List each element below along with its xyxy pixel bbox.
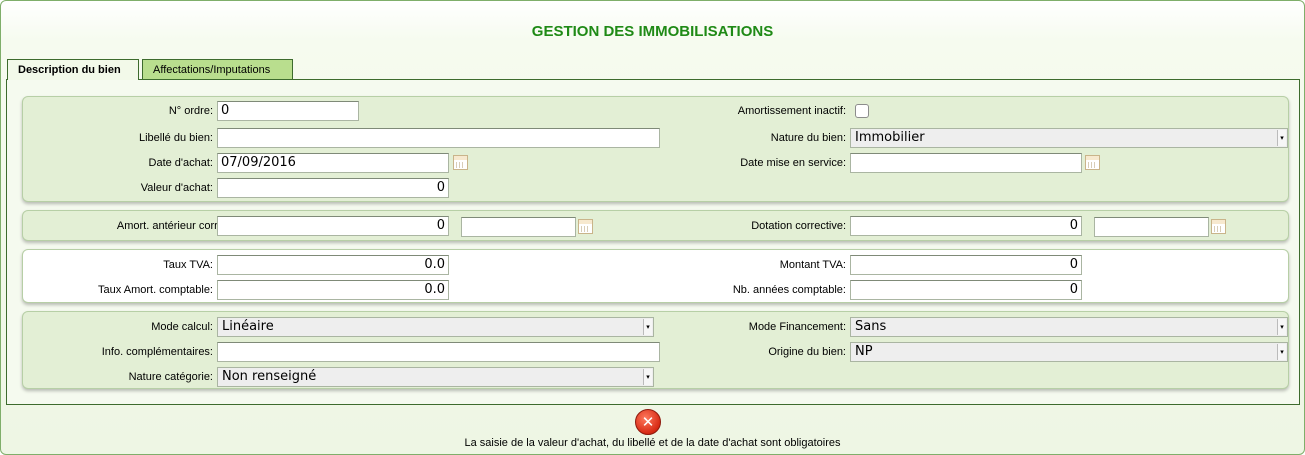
taux-tva-input[interactable]: 0.0 bbox=[217, 255, 449, 275]
origine-value: NP bbox=[855, 344, 873, 359]
dotation-date-input[interactable] bbox=[1094, 217, 1209, 237]
group-amort-correctif: Amort. antérieur correctif: 0 Dotation c… bbox=[22, 210, 1289, 241]
amort-inactif-checkbox[interactable] bbox=[855, 104, 869, 118]
no-ordre-input[interactable]: 0 bbox=[217, 101, 359, 121]
page-title: GESTION DES IMMOBILISATIONS bbox=[531, 23, 774, 40]
nature-bien-select[interactable]: Immobilier ▾ bbox=[850, 128, 1288, 148]
origine-select[interactable]: NP ▾ bbox=[850, 342, 1288, 362]
libelle-label: Libellé du bien: bbox=[138, 132, 213, 144]
taux-tva-label: Taux TVA: bbox=[163, 259, 213, 271]
tab-panel: N° ordre: 0 Libellé du bien: Date d'acha… bbox=[6, 79, 1300, 405]
no-ordre-label: N° ordre: bbox=[168, 105, 213, 117]
mode-fin-select[interactable]: Sans ▾ bbox=[850, 317, 1288, 337]
amort-anterieur-date-input[interactable] bbox=[461, 217, 576, 237]
mode-calcul-label: Mode calcul: bbox=[151, 321, 213, 333]
chevron-down-icon: ▾ bbox=[1277, 319, 1286, 335]
mode-calcul-value: Linéaire bbox=[222, 319, 274, 334]
date-service-label: Date mise en service: bbox=[740, 157, 846, 169]
amort-anterieur-label: Amort. antérieur correctif: bbox=[116, 220, 241, 232]
taux-amort-input[interactable]: 0.0 bbox=[217, 280, 449, 300]
taux-amort-label: Taux Amort. comptable: bbox=[98, 284, 213, 296]
group-calcul: Mode calcul: Linéaire ▾ Info. complément… bbox=[22, 311, 1289, 389]
libelle-input[interactable] bbox=[217, 128, 660, 148]
mode-fin-label: Mode Financement: bbox=[748, 321, 846, 333]
valeur-achat-label: Valeur d'achat: bbox=[140, 182, 213, 194]
error-message: La saisie de la valeur d'achat, du libel… bbox=[464, 437, 841, 449]
dotation-input[interactable]: 0 bbox=[850, 216, 1082, 236]
app-window: GESTION DES IMMOBILISATIONS Description … bbox=[0, 0, 1305, 455]
calendar-icon[interactable] bbox=[1085, 155, 1100, 170]
date-service-input[interactable] bbox=[850, 153, 1082, 173]
valeur-achat-input[interactable]: 0 bbox=[217, 178, 449, 198]
group-taux: Taux TVA: 0.0 Taux Amort. comptable: 0.0… bbox=[22, 249, 1289, 303]
montant-tva-label: Montant TVA: bbox=[779, 259, 846, 271]
calendar-icon[interactable] bbox=[578, 219, 593, 234]
mode-calcul-select[interactable]: Linéaire ▾ bbox=[217, 317, 654, 337]
calendar-icon[interactable] bbox=[453, 155, 468, 170]
date-achat-input[interactable]: 07/09/2016 bbox=[217, 153, 449, 173]
group-identification: N° ordre: 0 Libellé du bien: Date d'acha… bbox=[22, 96, 1289, 202]
nature-cat-select[interactable]: Non renseigné ▾ bbox=[217, 367, 654, 387]
montant-tva-input[interactable]: 0 bbox=[850, 255, 1082, 275]
chevron-down-icon: ▾ bbox=[643, 369, 652, 385]
dotation-label: Dotation corrective: bbox=[751, 220, 846, 232]
info-comp-input[interactable] bbox=[217, 342, 660, 362]
close-icon[interactable]: ✕ bbox=[635, 409, 661, 435]
origine-label: Origine du bien: bbox=[768, 346, 846, 358]
mode-fin-value: Sans bbox=[855, 319, 887, 334]
chevron-down-icon: ▾ bbox=[1277, 130, 1286, 146]
date-achat-label: Date d'achat: bbox=[148, 157, 213, 169]
info-comp-label: Info. complémentaires: bbox=[101, 346, 213, 358]
tab-affectations-imputations[interactable]: Affectations/Imputations bbox=[142, 59, 293, 79]
amort-anterieur-input[interactable]: 0 bbox=[217, 216, 449, 236]
amort-inactif-label: Amortissement inactif: bbox=[737, 105, 846, 117]
nature-bien-label: Nature du bien: bbox=[770, 132, 846, 144]
nb-annees-input[interactable]: 0 bbox=[850, 280, 1082, 300]
chevron-down-icon: ▾ bbox=[1277, 344, 1286, 360]
nb-annees-label: Nb. années comptable: bbox=[732, 284, 846, 296]
tab-description-du-bien[interactable]: Description du bien bbox=[7, 59, 139, 80]
nature-cat-value: Non renseigné bbox=[222, 369, 317, 384]
calendar-icon[interactable] bbox=[1211, 219, 1226, 234]
nature-bien-value: Immobilier bbox=[855, 130, 925, 145]
nature-cat-label: Nature catégorie: bbox=[128, 371, 213, 383]
